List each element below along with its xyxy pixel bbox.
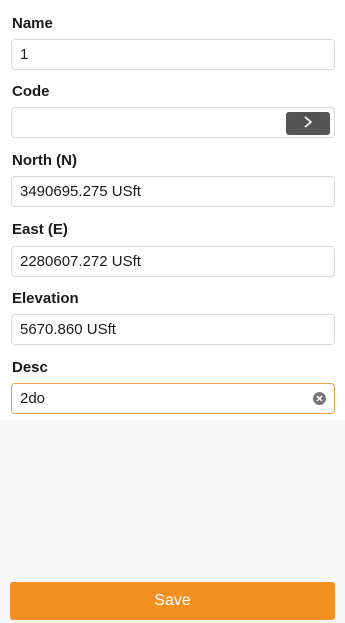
desc-field[interactable]: 2do <box>11 383 335 414</box>
north-label: North (N) <box>12 152 77 169</box>
east-field[interactable]: 2280607.272 USft <box>11 246 335 277</box>
elevation-label: Elevation <box>12 290 79 307</box>
code-label: Code <box>12 83 50 100</box>
north-field[interactable]: 3490695.275 USft <box>11 176 335 207</box>
chevron-right-icon <box>303 109 313 137</box>
save-button[interactable]: Save <box>10 582 335 620</box>
name-field[interactable]: 1 <box>11 39 335 70</box>
name-label: Name <box>12 15 53 32</box>
code-field[interactable] <box>11 107 335 138</box>
code-picker-button[interactable] <box>286 112 330 135</box>
elevation-field[interactable]: 5670.860 USft <box>11 314 335 345</box>
desc-field-value: 2do <box>20 390 46 407</box>
east-label: East (E) <box>12 221 68 238</box>
clear-icon[interactable] <box>313 392 326 405</box>
desc-label: Desc <box>12 359 48 376</box>
